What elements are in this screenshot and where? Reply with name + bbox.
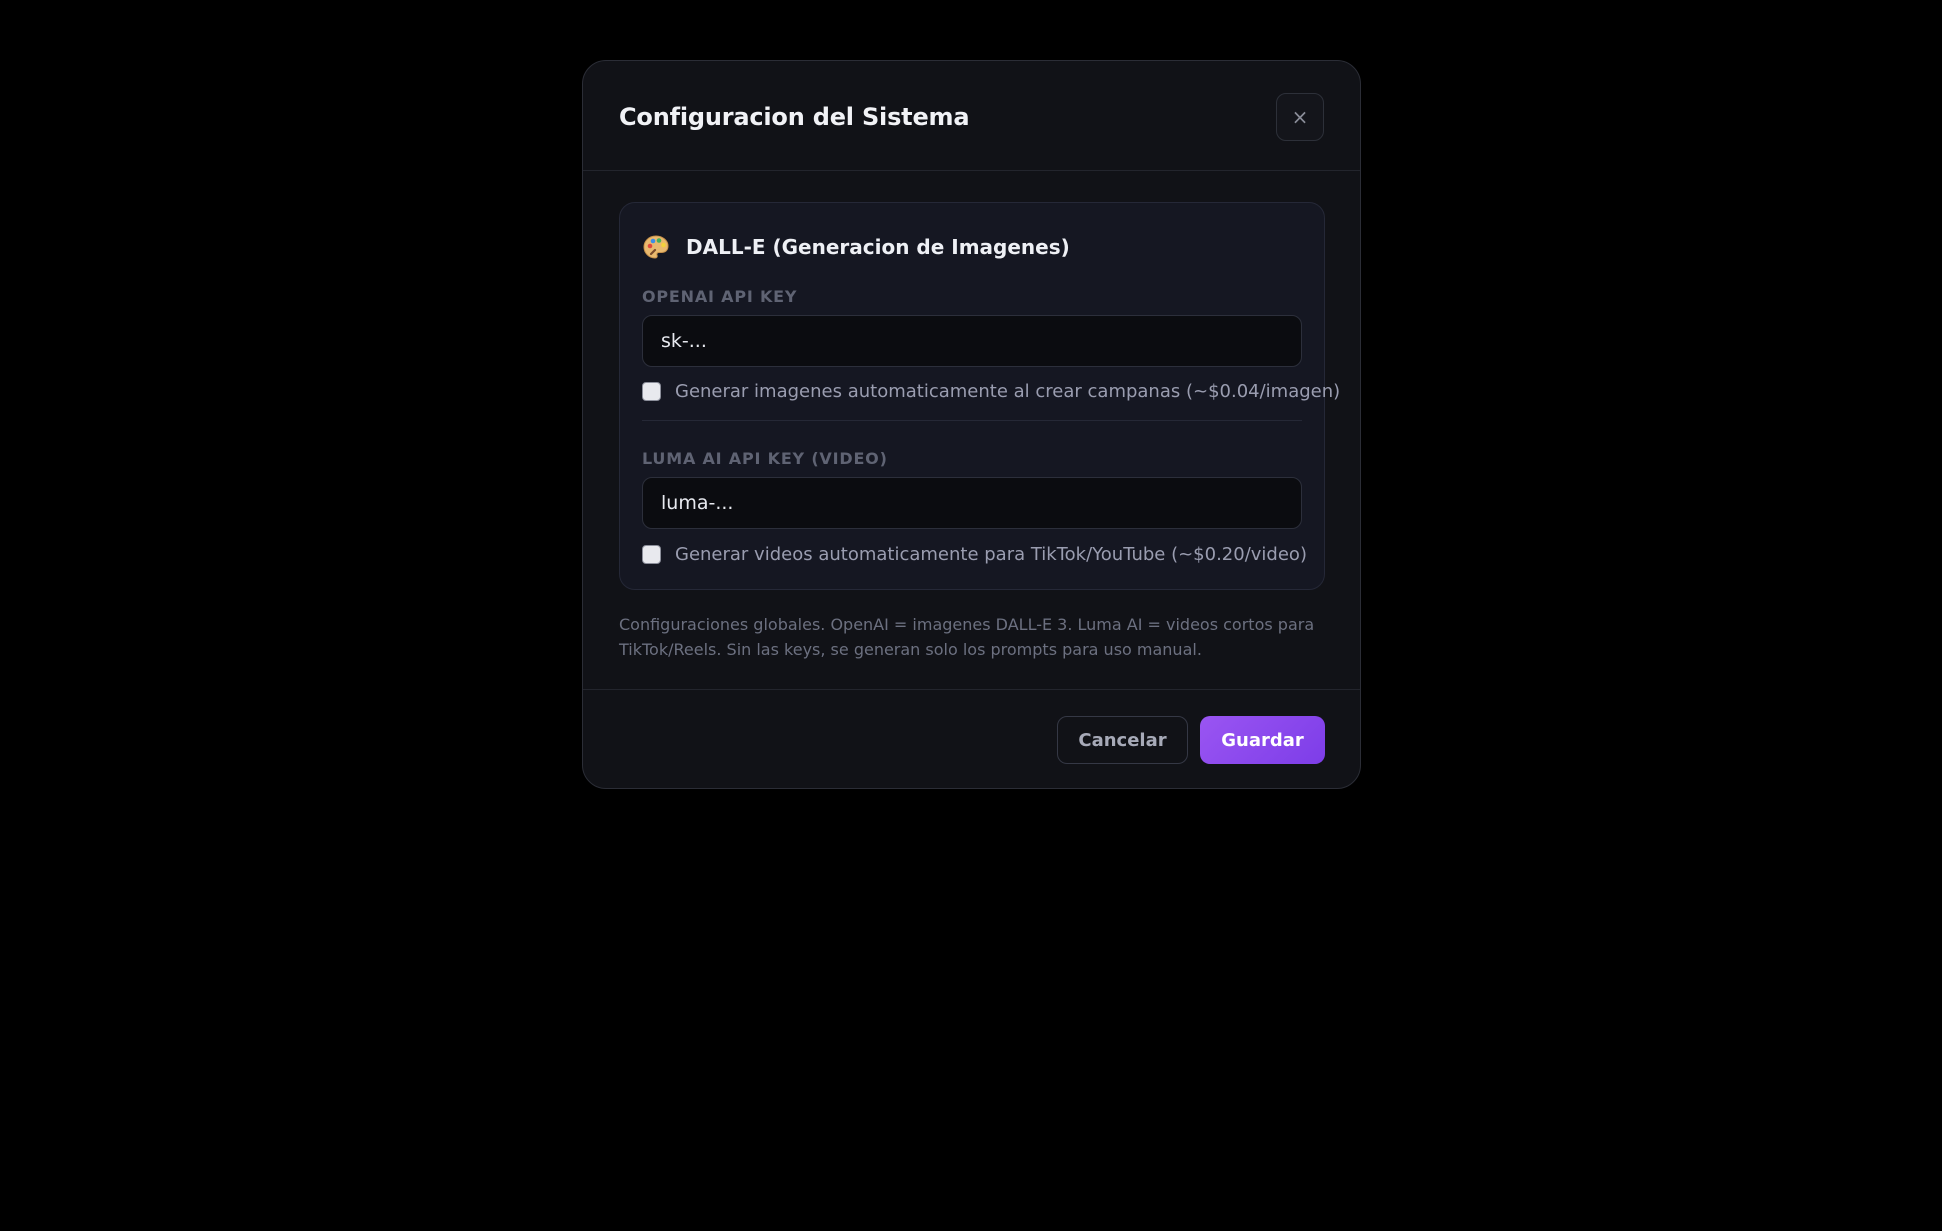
settings-modal: Configuracion del Sistema × DALL-E (Gene…	[582, 60, 1361, 789]
auto-images-label: Generar imagenes automaticamente al crea…	[675, 381, 1341, 402]
card-header: DALL-E (Generacion de Imagenes)	[642, 233, 1070, 261]
save-button[interactable]: Guardar	[1200, 716, 1325, 764]
palette-icon	[642, 233, 670, 261]
section-divider	[642, 420, 1302, 421]
dalle-settings-card: DALL-E (Generacion de Imagenes) OPENAI A…	[619, 202, 1340, 590]
close-icon: ×	[1291, 105, 1309, 129]
modal-title: Configuracion del Sistema	[619, 103, 970, 131]
auto-videos-checkbox[interactable]	[642, 545, 661, 564]
auto-images-option[interactable]: Generar imagenes automaticamente al crea…	[642, 381, 1340, 402]
auto-videos-label: Generar videos automaticamente para TikT…	[675, 544, 1307, 565]
close-button[interactable]: ×	[1276, 93, 1324, 141]
openai-key-label: OPENAI API KEY	[642, 287, 798, 306]
modal-footer: Cancelar Guardar	[583, 689, 1360, 788]
luma-key-label: LUMA AI API KEY (VIDEO)	[642, 449, 888, 468]
auto-images-checkbox[interactable]	[642, 382, 661, 401]
settings-footnote: Configuraciones globales. OpenAI = image…	[619, 615, 1315, 659]
modal-header: Configuracion del Sistema ×	[583, 61, 1360, 171]
luma-key-input[interactable]	[642, 477, 1302, 529]
card-title: DALL-E (Generacion de Imagenes)	[686, 235, 1070, 259]
cancel-button[interactable]: Cancelar	[1057, 716, 1188, 764]
auto-videos-option[interactable]: Generar videos automaticamente para TikT…	[642, 544, 1307, 565]
openai-key-input[interactable]	[642, 315, 1302, 367]
